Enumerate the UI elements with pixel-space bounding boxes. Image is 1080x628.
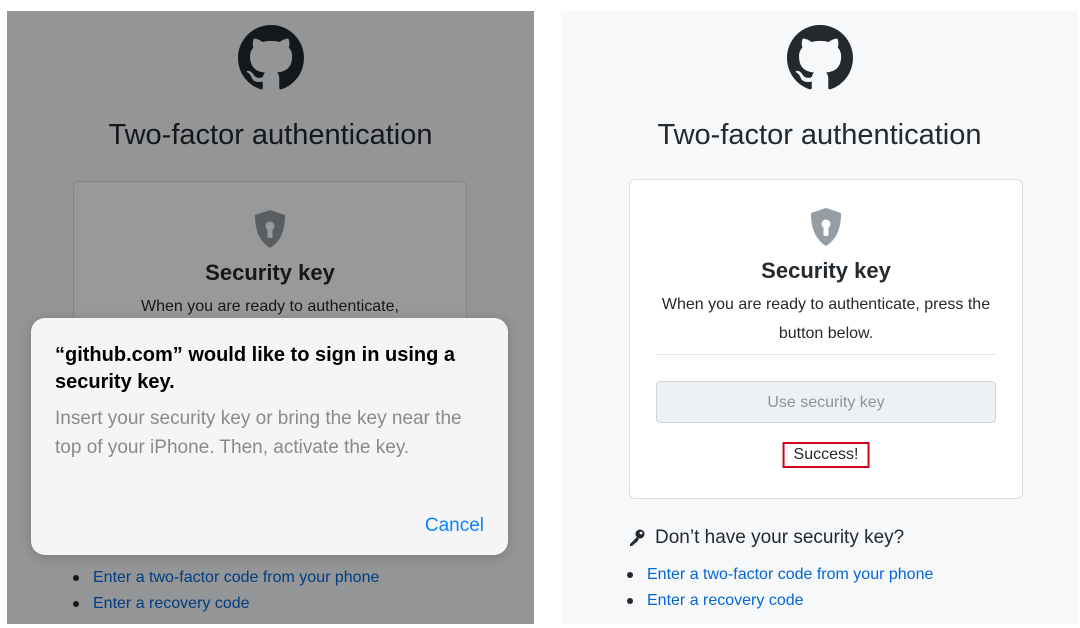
shield-icon	[811, 208, 841, 246]
list-item[interactable]: Enter a recovery code	[627, 588, 933, 614]
list-item[interactable]: Enter a two-factor code from your phone	[627, 562, 933, 588]
page-title: Two-factor authentication	[657, 119, 982, 151]
use-security-key-button[interactable]: Use security key	[656, 381, 996, 423]
divider	[656, 354, 996, 355]
card-description: When you are ready to authenticate, pres…	[661, 296, 991, 342]
left-panel: Two-factor authentication Security key W…	[7, 11, 534, 624]
no-key-heading: Don’t have your security key?	[627, 527, 904, 549]
bullet	[627, 598, 633, 604]
two-factor-code-link[interactable]: Enter a two-factor code from your phone	[647, 562, 933, 588]
alert-title: “github.com” would like to sign in using…	[55, 344, 455, 393]
right-panel: Two-factor authentication Security key W…	[561, 11, 1078, 624]
cancel-button[interactable]: Cancel	[425, 515, 484, 537]
success-message: Success!	[782, 442, 870, 468]
github-logo-icon	[786, 25, 853, 90]
ios-security-key-alert: “github.com” would like to sign in using…	[31, 318, 508, 555]
recovery-code-link[interactable]: Enter a recovery code	[647, 588, 804, 614]
alternate-methods-list: Enter a two-factor code from your phone …	[627, 562, 933, 614]
alert-message: Insert your security key or bring the ke…	[55, 408, 462, 458]
no-key-heading-text: Don’t have your security key?	[655, 527, 905, 548]
bullet	[627, 572, 633, 578]
card-title: Security key	[761, 258, 891, 283]
security-key-card: Security key When you are ready to authe…	[629, 179, 1023, 499]
key-icon	[630, 529, 645, 546]
